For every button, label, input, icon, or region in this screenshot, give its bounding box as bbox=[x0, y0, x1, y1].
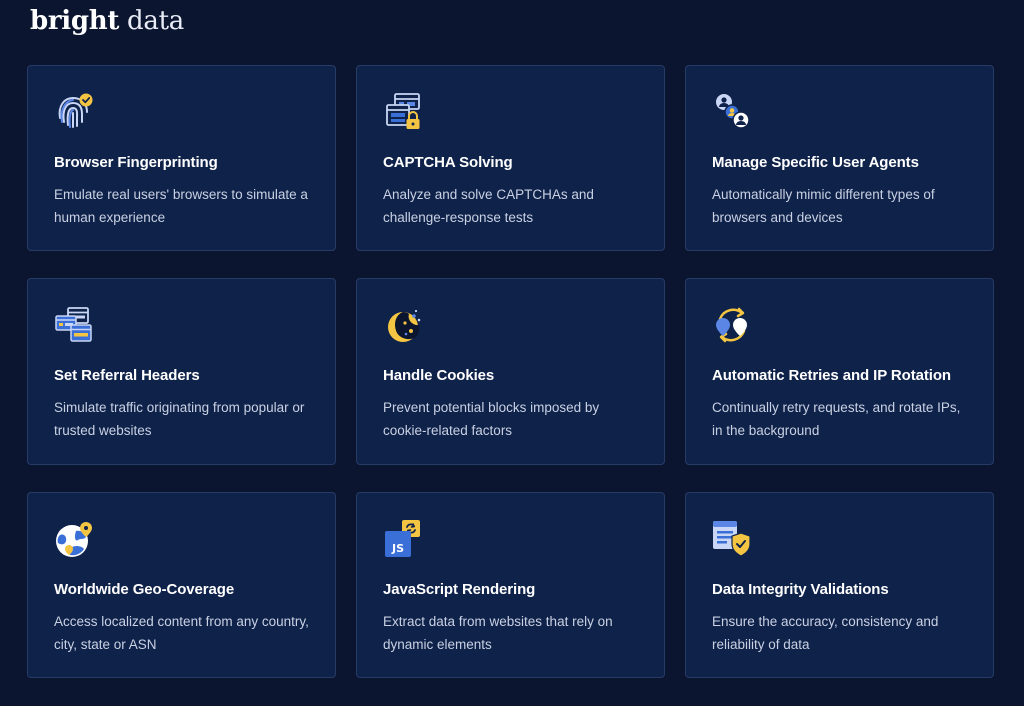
feature-title: Set Referral Headers bbox=[54, 367, 200, 384]
brand-name-light: data bbox=[127, 6, 184, 36]
feature-description: Analyze and solve CAPTCHAs and challenge… bbox=[383, 187, 594, 225]
feature-description: Extract data from websites that rely on … bbox=[383, 614, 613, 652]
feature-card-geo-coverage: Worldwide Geo-Coverage Access localized … bbox=[27, 492, 336, 678]
feature-card-ip-rotation: Automatic Retries and IP Rotation Contin… bbox=[685, 278, 994, 465]
feature-card-user-agents: Manage Specific User Agents Automaticall… bbox=[685, 65, 994, 251]
globe-pin-icon bbox=[54, 519, 94, 559]
feature-card-browser-fingerprinting: Browser Fingerprinting Emulate real user… bbox=[27, 65, 336, 251]
feature-title: Automatic Retries and IP Rotation bbox=[712, 367, 951, 384]
feature-card-data-integrity: Data Integrity Validations Ensure the ac… bbox=[685, 492, 994, 678]
features-grid: Browser Fingerprinting Emulate real user… bbox=[27, 65, 994, 678]
javascript-icon: JS bbox=[383, 519, 423, 559]
feature-title: JavaScript Rendering bbox=[383, 581, 536, 598]
feature-title: Browser Fingerprinting bbox=[54, 154, 218, 171]
captcha-lock-icon bbox=[383, 92, 423, 132]
feature-title: CAPTCHA Solving bbox=[383, 154, 513, 171]
feature-card-captcha-solving: CAPTCHA Solving Analyze and solve CAPTCH… bbox=[356, 65, 665, 251]
feature-title: Data Integrity Validations bbox=[712, 581, 889, 598]
brand-name-bold: bright bbox=[30, 6, 120, 36]
brand-logo[interactable]: bright data bbox=[30, 6, 184, 36]
data-shield-icon bbox=[712, 519, 752, 559]
feature-card-referral-headers: Set Referral Headers Simulate traffic or… bbox=[27, 278, 336, 465]
feature-title: Manage Specific User Agents bbox=[712, 154, 919, 171]
feature-description: Continually retry requests, and rotate I… bbox=[712, 400, 961, 438]
ip-rotation-icon bbox=[712, 305, 752, 345]
feature-title: Worldwide Geo-Coverage bbox=[54, 581, 235, 598]
fingerprint-icon bbox=[54, 92, 94, 132]
feature-card-javascript-rendering: JS JavaScript Rendering Extract data fro… bbox=[356, 492, 665, 678]
feature-title: Handle Cookies bbox=[383, 367, 495, 384]
feature-card-handle-cookies: Handle Cookies Prevent potential blocks … bbox=[356, 278, 665, 465]
feature-description: Emulate real users' browsers to simulate… bbox=[54, 187, 308, 225]
user-agents-icon bbox=[712, 92, 752, 132]
feature-description: Simulate traffic originating from popula… bbox=[54, 400, 305, 438]
feature-description: Prevent potential blocks imposed by cook… bbox=[383, 400, 600, 438]
referral-headers-icon bbox=[54, 305, 94, 345]
svg-text:JS: JS bbox=[391, 542, 404, 555]
feature-description: Automatically mimic different types of b… bbox=[712, 187, 935, 225]
feature-description: Ensure the accuracy, consistency and rel… bbox=[712, 614, 939, 652]
cookie-icon bbox=[383, 305, 423, 345]
feature-description: Access localized content from any countr… bbox=[54, 614, 309, 652]
